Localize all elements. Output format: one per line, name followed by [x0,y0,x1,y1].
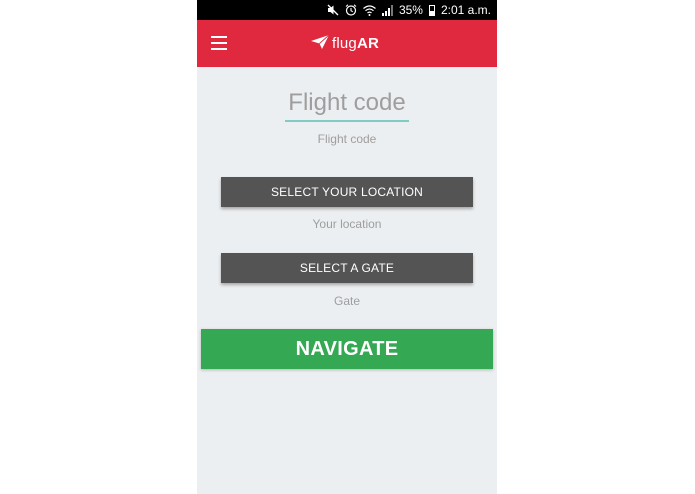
battery-icon [428,4,435,16]
logo-prefix: flug [331,35,357,52]
clock: 2:01 a.m. [440,3,491,17]
main-content: Flight code SELECT YOUR LOCATION Your lo… [197,67,497,494]
gate-helper: Gate [333,294,360,308]
flight-code-input[interactable] [285,86,409,122]
hamburger-menu-icon[interactable] [209,34,229,52]
select-location-button[interactable]: SELECT YOUR LOCATION [221,177,473,207]
phone-screen: 35% 2:01 a.m. flugAR Flight code SELECT … [197,0,497,494]
paper-plane-icon [310,34,330,53]
app-bar: flugAR [197,20,497,67]
status-bar: 35% 2:01 a.m. [197,0,497,20]
location-helper: Your location [312,217,382,231]
signal-icon [381,4,393,16]
navigate-button[interactable]: NAVIGATE [201,329,493,369]
alarm-icon [345,4,357,16]
wifi-icon [363,4,376,16]
mute-icon [327,4,339,16]
flight-code-helper: Flight code [317,132,377,146]
logo-suffix: AR [356,35,380,52]
battery-percent: 35% [398,3,423,17]
app-logo: flugAR [310,34,380,53]
select-gate-button[interactable]: SELECT A GATE [221,253,473,283]
